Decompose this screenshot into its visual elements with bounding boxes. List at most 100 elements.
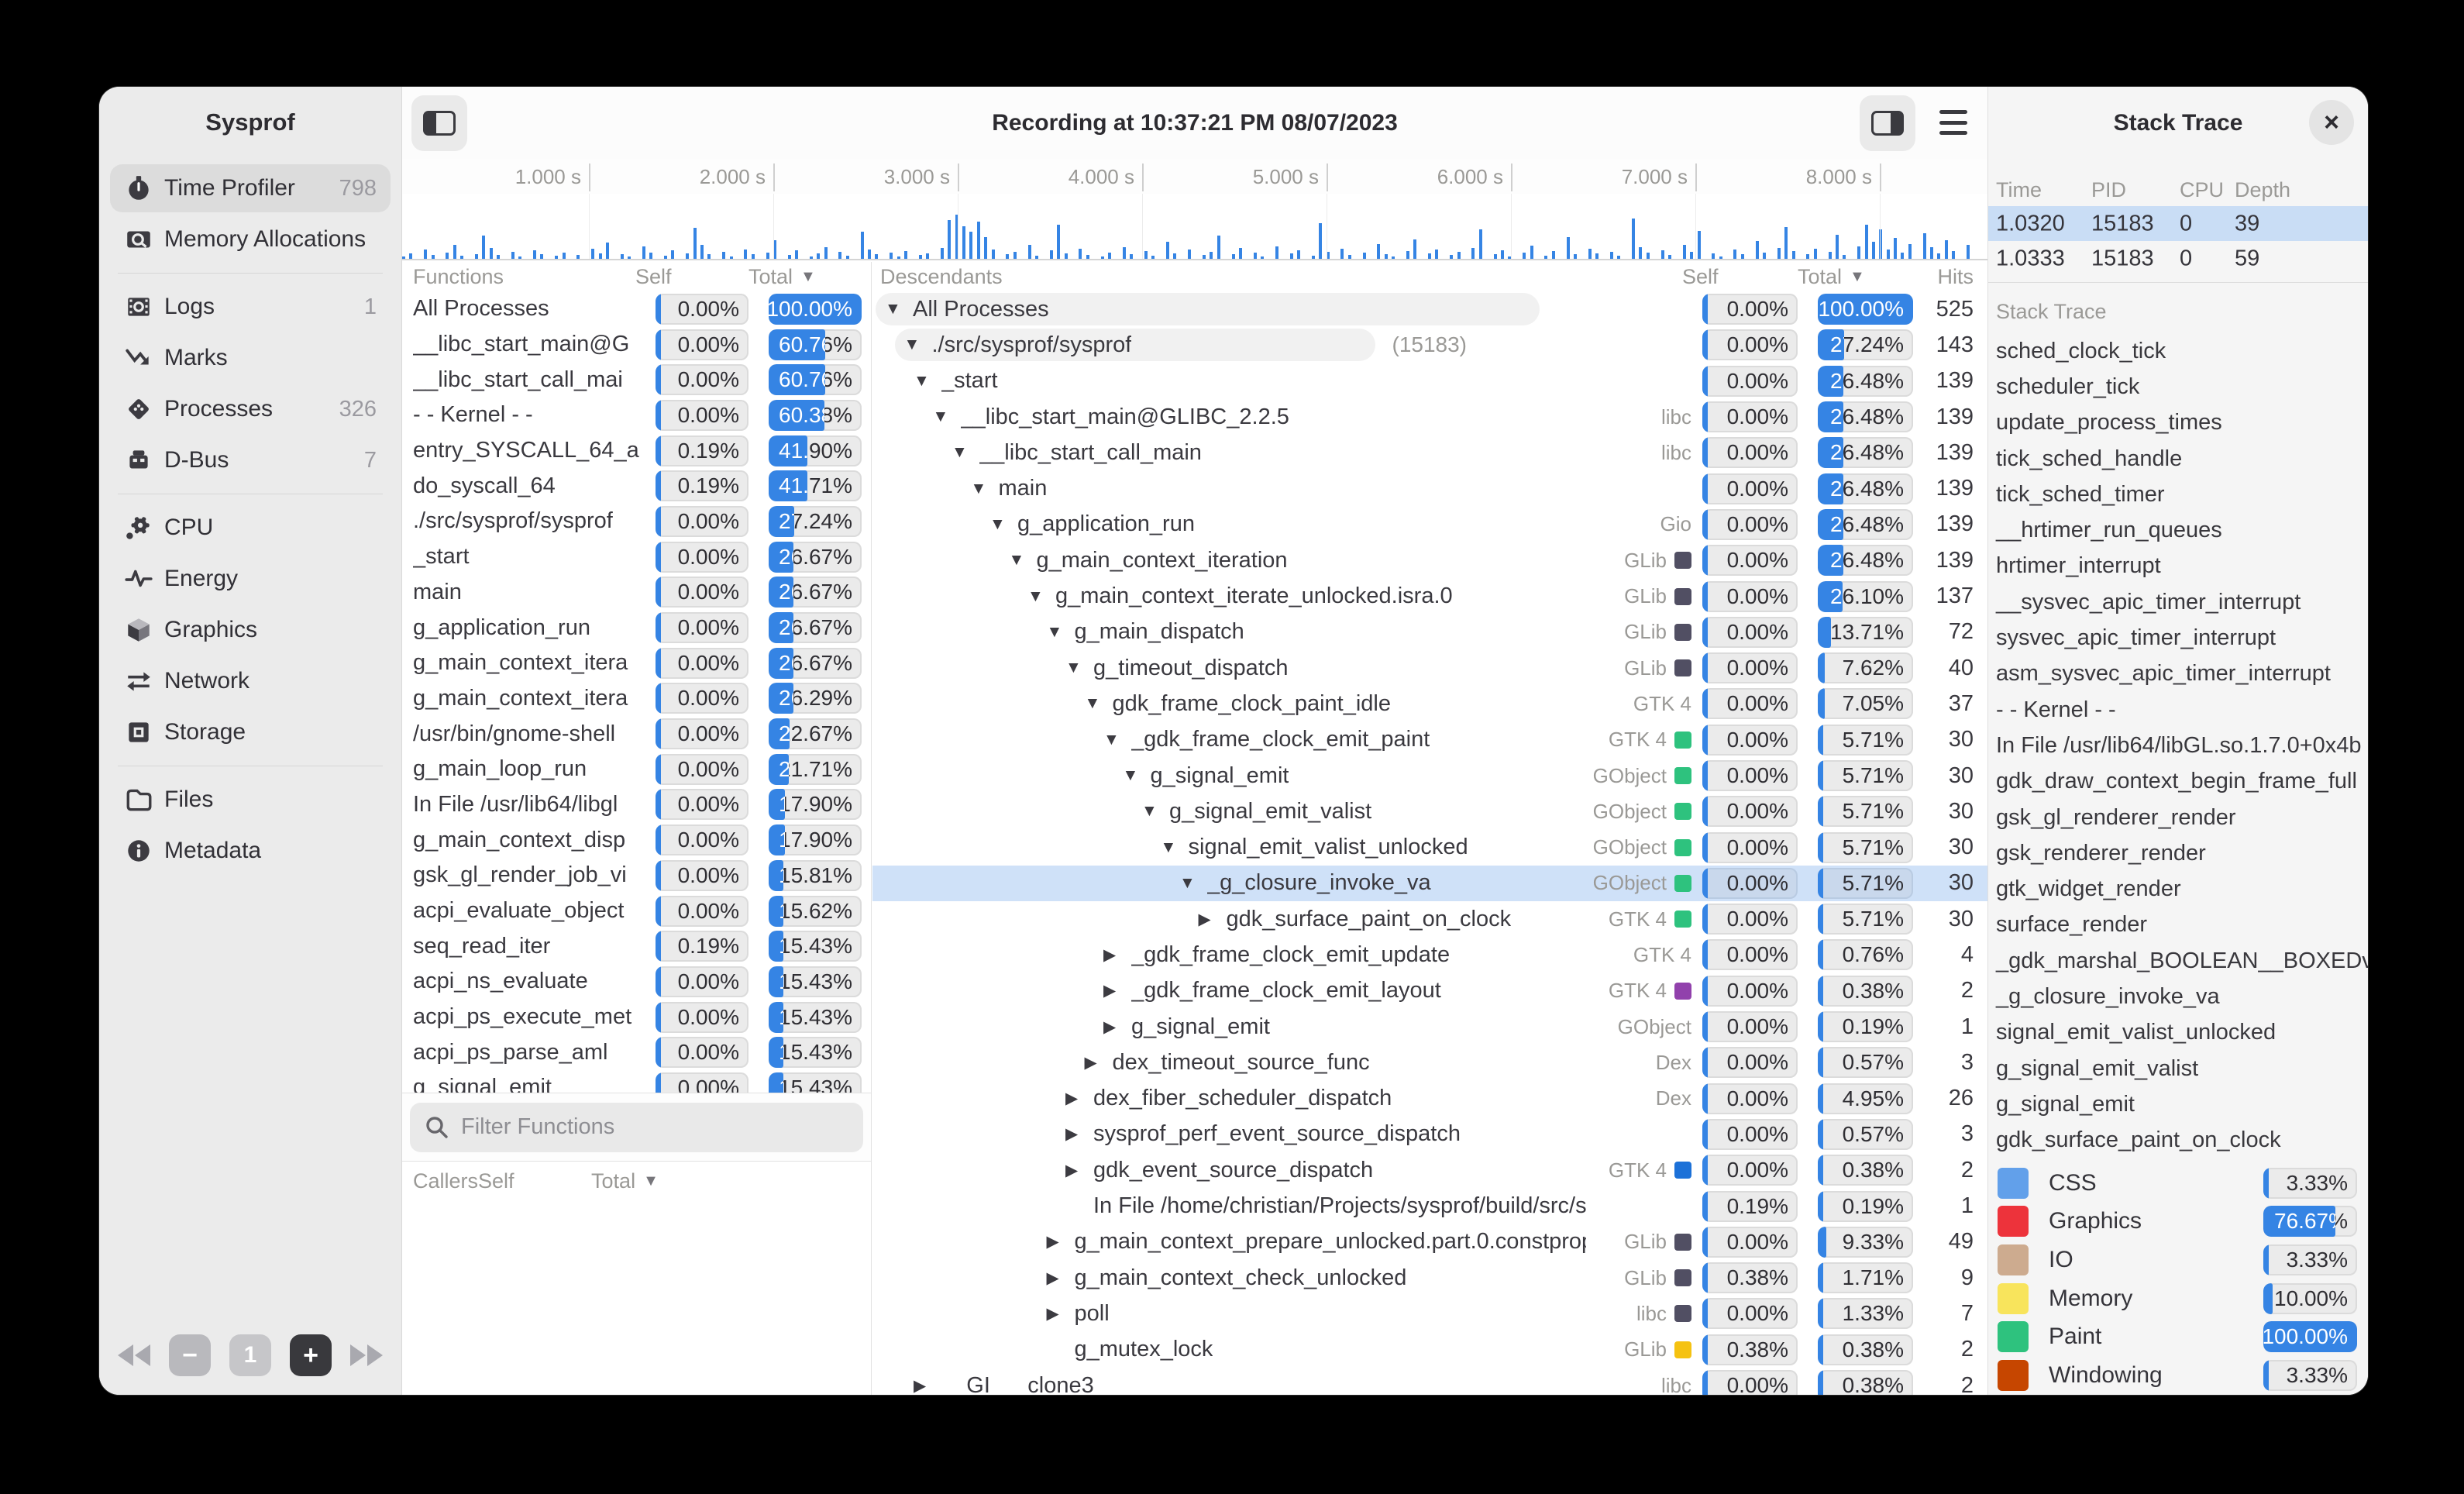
function-row[interactable]: acpi_ps_parse_aml0.00%0.00%15.43%15.43%	[413, 1034, 871, 1070]
stack-frame[interactable]: gdk_surface_paint_on_clock	[1988, 1123, 2368, 1158]
descendant-row[interactable]: ▶polllibc0.00%0.00%1.33%1.33%7	[872, 1296, 1987, 1331]
descendant-row[interactable]: ▶gdk_surface_paint_on_clockGTK 40.00%0.0…	[872, 901, 1987, 937]
stack-frame[interactable]: g_signal_emit	[1988, 1086, 2368, 1122]
functions-header[interactable]: Functions	[413, 265, 635, 289]
descendant-row[interactable]: ▶g_main_context_prepare_unlocked.part.0.…	[872, 1224, 1987, 1260]
zoom-in-button[interactable]: +	[290, 1334, 332, 1376]
sidebar-item-cpu[interactable]: CPU	[110, 504, 391, 552]
descendant-row[interactable]: g_mutex_lockGLib0.38%0.38%0.38%0.38%2	[872, 1332, 1987, 1368]
expander-open-icon[interactable]: ▼	[1179, 874, 1207, 893]
descendant-row[interactable]: ▼g_application_runGio0.00%0.00%26.48%26.…	[872, 507, 1987, 542]
pid-header[interactable]: PID	[2091, 178, 2126, 202]
rewind-button[interactable]	[118, 1344, 150, 1366]
descendant-row[interactable]: ▶_gdk_frame_clock_emit_updateGTK 40.00%0…	[872, 937, 1987, 972]
menu-button[interactable]	[1936, 107, 1970, 138]
stack-frame[interactable]: _gdk_marshal_BOOLEAN__BOXEDv	[1988, 943, 2368, 979]
descendants-header[interactable]: Descendants	[880, 265, 1566, 289]
descendant-row[interactable]: ▼_g_closure_invoke_vaGObject0.00%0.00%5.…	[872, 866, 1987, 901]
sidebar-item-metadata[interactable]: Metadata	[110, 827, 391, 875]
expander-closed-icon[interactable]: ▶	[1047, 1269, 1075, 1288]
descendant-row[interactable]: ▼g_timeout_dispatchGLib0.00%0.00%7.62%7.…	[872, 650, 1987, 686]
sample-row[interactable]: 1.032015183039	[1988, 206, 2368, 241]
stack-frame[interactable]: gdk_draw_context_begin_frame_full	[1988, 764, 2368, 800]
timeline-activity-chart[interactable]	[402, 194, 1987, 260]
stack-frame[interactable]: surface_render	[1988, 907, 2368, 943]
expander-closed-icon[interactable]: ▶	[1047, 1232, 1075, 1251]
stack-frame[interactable]: asm_sysvec_apic_timer_interrupt	[1988, 656, 2368, 692]
function-row[interactable]: g_signal_emit0.00%0.00%15.43%15.43%	[413, 1070, 871, 1093]
expander-open-icon[interactable]: ▼	[952, 443, 979, 462]
descendant-row[interactable]: ▼__libc_start_call_mainlibc0.00%0.00%26.…	[872, 435, 1987, 470]
descendant-row[interactable]: ▶g_main_context_check_unlockedGLib0.38%0…	[872, 1260, 1987, 1296]
function-row[interactable]: /usr/bin/gnome-shell0.00%0.00%22.67%22.6…	[413, 716, 871, 752]
expander-closed-icon[interactable]: ▶	[1199, 910, 1227, 929]
sidebar-item-memory-allocations[interactable]: Memory Allocations	[110, 215, 391, 263]
stack-frame[interactable]: update_process_times	[1988, 405, 2368, 441]
expander-open-icon[interactable]: ▼	[1141, 802, 1169, 821]
depth-header[interactable]: Depth	[2235, 178, 2290, 202]
functions-self-header[interactable]: Self	[635, 265, 728, 289]
function-row[interactable]: g_main_context_disp0.00%0.00%17.90%17.90…	[413, 822, 871, 858]
function-row[interactable]: g_main_context_itera0.00%0.00%26.67%26.6…	[413, 645, 871, 681]
descendant-row[interactable]: ▶dex_fiber_scheduler_dispatchDex0.00%0.0…	[872, 1081, 1987, 1117]
callers-header[interactable]: Callers	[413, 1169, 478, 1193]
stack-frame[interactable]: __hrtimer_run_queues	[1988, 512, 2368, 548]
function-row[interactable]: __libc_start_call_mai0.00%0.00%60.76%60.…	[413, 362, 871, 398]
expander-closed-icon[interactable]: ▶	[1065, 1089, 1093, 1108]
expander-open-icon[interactable]: ▼	[1027, 587, 1055, 606]
close-icon[interactable]: ×	[2309, 100, 2354, 145]
expander-open-icon[interactable]: ▼	[914, 372, 941, 391]
descendant-row[interactable]: ▼g_main_dispatchGLib0.00%0.00%13.71%13.7…	[872, 614, 1987, 650]
function-row[interactable]: do_syscall_640.19%0.19%41.71%41.71%	[413, 468, 871, 504]
zoom-out-button[interactable]: −	[169, 1334, 211, 1376]
expander-closed-icon[interactable]: ▶	[914, 1376, 941, 1395]
stack-frame[interactable]: - - Kernel - -	[1988, 692, 2368, 728]
function-row[interactable]: acpi_ns_evaluate0.00%0.00%15.43%15.43%	[413, 964, 871, 1000]
sidebar-item-graphics[interactable]: Graphics	[110, 606, 391, 654]
stack-frame[interactable]: scheduler_tick	[1988, 369, 2368, 404]
callers-self-header[interactable]: Self	[478, 1169, 571, 1193]
stack-frame[interactable]: tick_sched_timer	[1988, 477, 2368, 512]
function-row[interactable]: g_main_context_itera0.00%0.00%26.29%26.2…	[413, 681, 871, 717]
descendant-row[interactable]: ▼_start0.00%0.00%26.48%26.48%139	[872, 363, 1987, 399]
function-row[interactable]: entry_SYSCALL_64_a0.19%0.19%41.90%41.90%	[413, 433, 871, 469]
expander-closed-icon[interactable]: ▶	[1065, 1161, 1093, 1180]
descendant-row[interactable]: ▶_gdk_frame_clock_emit_layoutGTK 40.00%0…	[872, 973, 1987, 1009]
stack-frame[interactable]: __sysvec_apic_timer_interrupt	[1988, 584, 2368, 620]
descendants-hits-header[interactable]: Hits	[1913, 265, 1974, 289]
descendant-row[interactable]: ▼_gdk_frame_clock_emit_paintGTK 40.00%0.…	[872, 722, 1987, 758]
expander-open-icon[interactable]: ▼	[971, 480, 999, 498]
function-row[interactable]: main0.00%0.00%26.67%26.67%	[413, 575, 871, 611]
function-row[interactable]: gsk_gl_render_job_vi0.00%0.00%15.81%15.8…	[413, 858, 871, 893]
expander-open-icon[interactable]: ▼	[1103, 731, 1131, 749]
functions-total-header[interactable]: Total▼	[748, 265, 862, 289]
expander-open-icon[interactable]: ▼	[1085, 694, 1113, 713]
expander-closed-icon[interactable]: ▶	[1047, 1304, 1075, 1324]
descendants-total-header[interactable]: Total▼	[1798, 265, 1913, 289]
stack-frame[interactable]: gtk_widget_render	[1988, 871, 2368, 907]
function-row[interactable]: acpi_ps_execute_met0.00%0.00%15.43%15.43…	[413, 1000, 871, 1035]
expander-open-icon[interactable]: ▼	[904, 336, 932, 354]
function-row[interactable]: seq_read_iter0.19%0.19%15.43%15.43%	[413, 928, 871, 964]
stack-frame[interactable]: tick_sched_handle	[1988, 441, 2368, 477]
descendant-row[interactable]: ▼g_main_context_iterate_unlocked.isra.0G…	[872, 578, 1987, 614]
stack-frame[interactable]: In File /usr/lib64/libGL.so.1.7.0+0x4b	[1988, 728, 2368, 763]
descendant-row[interactable]: ▼g_signal_emit_valistGObject0.00%0.00%5.…	[872, 793, 1987, 829]
expander-open-icon[interactable]: ▼	[1009, 551, 1037, 570]
function-row[interactable]: ./src/sysprof/sysprof0.00%0.00%27.24%27.…	[413, 504, 871, 539]
fast-forward-button[interactable]	[350, 1344, 383, 1366]
sidebar-item-energy[interactable]: Energy	[110, 555, 391, 603]
descendant-row[interactable]: ▼g_signal_emitGObject0.00%0.00%5.71%5.71…	[872, 758, 1987, 793]
stack-frame[interactable]: hrtimer_interrupt	[1988, 549, 2368, 584]
descendant-row[interactable]: ▼All Processes0.00%0.00%100.00%100.00%52…	[872, 291, 1987, 327]
function-row[interactable]: All Processes0.00%0.00%100.00%100.00%	[413, 291, 871, 327]
expander-open-icon[interactable]: ▼	[1123, 766, 1151, 785]
toggle-right-panel-button[interactable]	[1860, 95, 1915, 151]
sidebar-item-processes[interactable]: Processes326	[110, 385, 391, 433]
stack-frame[interactable]: _g_closure_invoke_va	[1988, 979, 2368, 1014]
descendant-row[interactable]: ▶g_signal_emitGObject0.00%0.00%0.19%0.19…	[872, 1009, 1987, 1045]
expander-open-icon[interactable]: ▼	[1065, 659, 1093, 677]
function-row[interactable]: g_main_loop_run0.00%0.00%21.71%21.71%	[413, 752, 871, 787]
stack-frame[interactable]: sysvec_apic_timer_interrupt	[1988, 620, 2368, 656]
toggle-sidebar-button[interactable]	[411, 95, 467, 151]
